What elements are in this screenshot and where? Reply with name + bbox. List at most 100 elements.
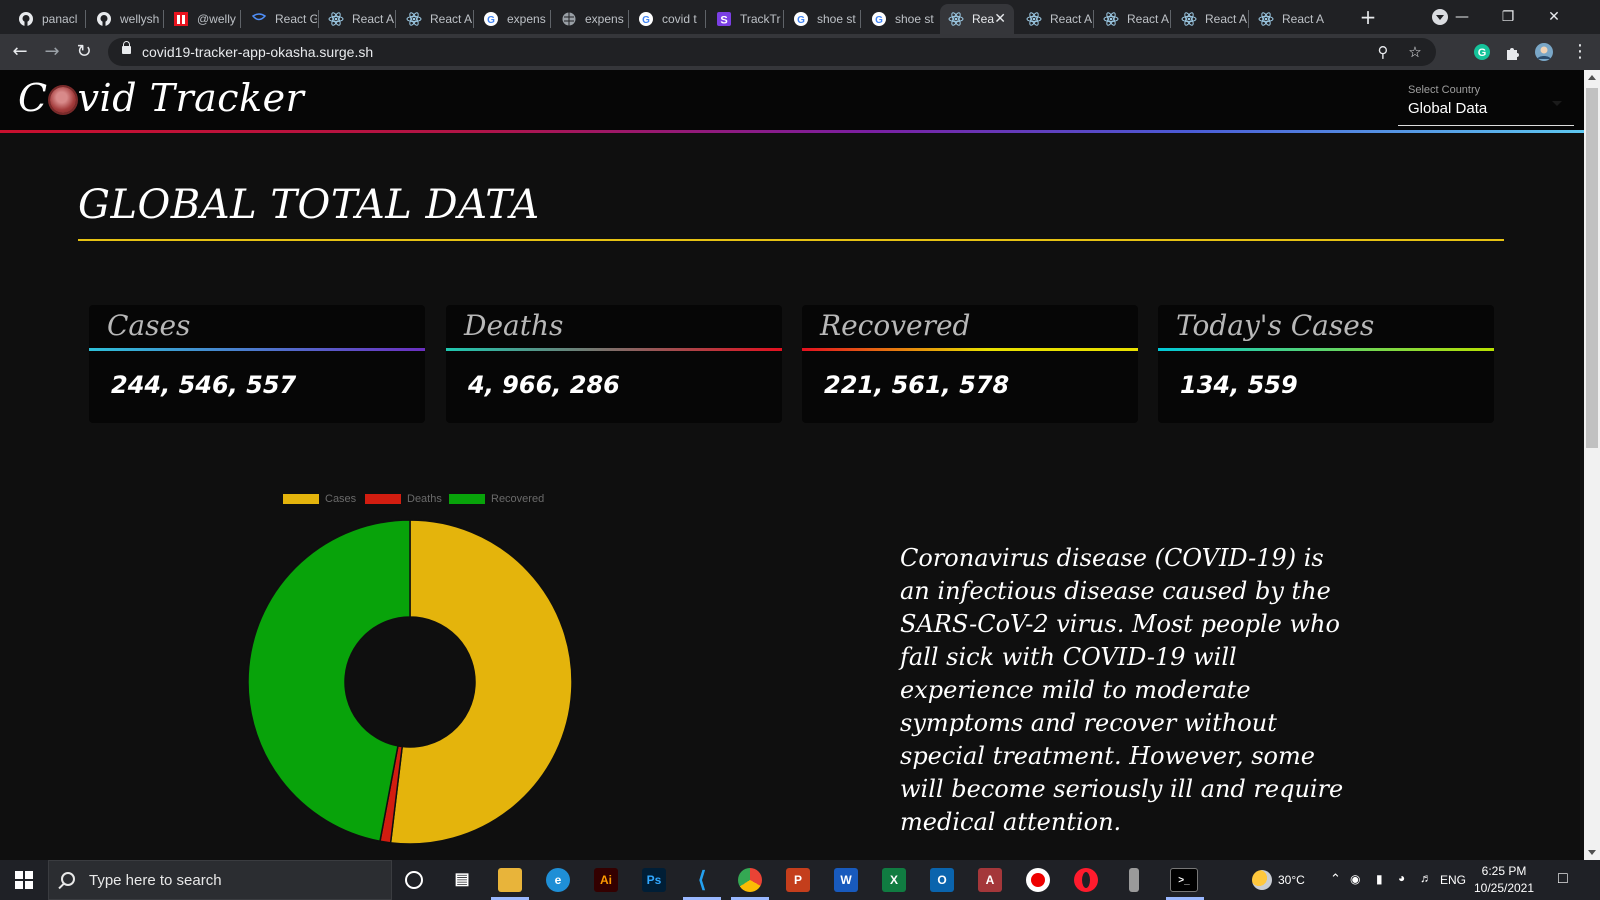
usb-drive-icon[interactable] (1129, 868, 1139, 892)
browser-tab[interactable]: React A (320, 4, 394, 34)
excel-icon[interactable]: X (882, 868, 906, 892)
outlook-icon[interactable]: O (930, 868, 954, 892)
browser-tab[interactable]: expens (553, 4, 627, 34)
browser-tab[interactable]: Gcovid t (630, 4, 704, 34)
taskbar-search-box[interactable]: Type here to search (48, 860, 392, 900)
browser-tab[interactable]: Gshoe st (785, 4, 859, 34)
browser-tab[interactable]: Gexpens (475, 4, 549, 34)
address-bar[interactable]: covid19-tracker-app-okasha.surge.sh ⚲ ☆ (108, 38, 1436, 66)
tab-title: React A (352, 12, 394, 26)
browser-tab[interactable]: React A (1173, 4, 1247, 34)
record-icon[interactable] (1026, 868, 1050, 892)
browser-menu-button[interactable]: ⋮ (1568, 40, 1592, 64)
cortana-icon[interactable] (405, 871, 423, 889)
bookmark-star-icon[interactable]: ☆ (1406, 43, 1424, 61)
terminal-icon[interactable]: >_ (1170, 868, 1198, 892)
browser-tab[interactable]: S TrackTr (708, 4, 782, 34)
browser-tab[interactable]: React A (398, 4, 472, 34)
tab-title: React A (430, 12, 472, 26)
tab-separator (85, 10, 86, 28)
profile-avatar[interactable] (1534, 42, 1554, 62)
country-select[interactable]: Select Country Global Data (1398, 78, 1574, 126)
country-select-value[interactable]: Global Data (1408, 100, 1487, 117)
minimize-button[interactable]: — (1440, 4, 1484, 30)
browser-tab[interactable]: React A (1018, 4, 1092, 34)
chevron-up-icon[interactable]: ⌃ (1330, 871, 1341, 887)
browser-tab[interactable]: React A (1250, 4, 1324, 34)
forward-button[interactable]: → (40, 40, 64, 64)
wifi-icon[interactable]: ◕ (1398, 871, 1405, 885)
back-button[interactable]: ← (8, 40, 32, 64)
svg-text:G: G (875, 15, 883, 26)
close-tab-icon[interactable]: ✕ (994, 11, 1006, 27)
svg-text:G: G (797, 15, 805, 26)
browser-tab[interactable]: panacl (10, 4, 84, 34)
browser-tab[interactable]: Gshoe st (863, 4, 937, 34)
app-logo[interactable]: Cvid Tracker (18, 76, 304, 120)
svg-text:G: G (642, 15, 650, 26)
zoom-icon[interactable]: ⚲ (1374, 43, 1392, 61)
reload-button[interactable]: ↻ (72, 40, 96, 64)
volume-icon[interactable]: ♬ (1420, 871, 1432, 885)
url-text[interactable]: covid19-tracker-app-okasha.surge.sh (142, 44, 373, 60)
doughnut-chart (247, 519, 573, 845)
tab-separator (240, 10, 241, 28)
stat-card-accent-line (446, 348, 782, 351)
scroll-down-arrow-icon[interactable] (1588, 850, 1596, 855)
extensions-puzzle-icon[interactable] (1503, 42, 1523, 62)
access-icon[interactable]: A (978, 868, 1002, 892)
task-view-icon[interactable]: ▤ (450, 868, 474, 892)
notifications-icon[interactable]: □ (1558, 870, 1568, 888)
opera-icon[interactable] (1074, 868, 1098, 892)
restore-button[interactable]: ❐ (1486, 4, 1530, 30)
grammarly-extension-icon[interactable]: G (1472, 42, 1492, 62)
donut-slice-cases[interactable] (389, 519, 573, 845)
weather-icon[interactable] (1252, 870, 1272, 890)
chrome-icon[interactable] (738, 868, 762, 892)
country-select-label: Select Country (1408, 84, 1481, 96)
vscode-icon[interactable]: ⟨ (690, 868, 714, 892)
word-icon[interactable]: W (834, 868, 858, 892)
svg-text:G: G (487, 15, 495, 26)
browser-tab[interactable]: @welly (165, 4, 239, 34)
globe-icon (561, 11, 577, 27)
photoshop-icon[interactable]: Ps (642, 868, 666, 892)
browser-tab-strip: panacl wellysh @welly React G React A React A… (0, 0, 1600, 34)
search-icon (61, 872, 75, 886)
clock-date: 10/25/2021 (1473, 881, 1535, 895)
stat-card-accent-line (89, 348, 425, 351)
tab-separator (705, 10, 706, 28)
scrollbar-thumb[interactable] (1586, 88, 1598, 448)
browser-tab[interactable]: React A (1095, 4, 1169, 34)
scroll-up-arrow-icon[interactable] (1588, 75, 1596, 80)
new-tab-button[interactable]: + (1356, 6, 1380, 30)
battery-icon[interactable]: ▮ (1376, 872, 1383, 886)
start-button[interactable] (0, 860, 48, 900)
browser-tab[interactable]: React G (243, 4, 317, 34)
tab-separator (550, 10, 551, 28)
powerpoint-icon[interactable]: P (786, 868, 810, 892)
legend-item[interactable]: Recovered (449, 492, 544, 506)
page-scrollbar[interactable] (1584, 70, 1600, 860)
system-clock[interactable]: 6:25 PM 10/25/2021 (1466, 863, 1542, 897)
defender-icon[interactable]: ◉ (1350, 872, 1360, 886)
file-explorer-icon[interactable] (498, 868, 522, 892)
browser-tab[interactable]: Rea ✕ (940, 4, 1014, 34)
weather-temperature[interactable]: 30°C (1278, 873, 1305, 887)
illustrator-icon[interactable]: Ai (594, 868, 618, 892)
legend-item[interactable]: Cases (283, 492, 356, 506)
chevron-down-icon[interactable] (1552, 101, 1562, 106)
page-title: GLOBAL TOTAL DATA (78, 182, 540, 228)
tab-separator (395, 10, 396, 28)
tab-title: Rea (972, 12, 995, 26)
react-icon (406, 11, 422, 27)
donut-slice-recovered[interactable] (247, 519, 411, 843)
brand-prefix: C (18, 76, 48, 120)
taskbar-search-placeholder[interactable]: Type here to search (89, 872, 222, 889)
browser-tab[interactable]: wellysh (88, 4, 162, 34)
edge-icon[interactable]: e (546, 868, 570, 892)
close-window-button[interactable]: ✕ (1532, 4, 1576, 30)
tab-title: React A (1050, 12, 1092, 26)
language-indicator[interactable]: ENG (1440, 873, 1466, 887)
legend-item[interactable]: Deaths (365, 492, 442, 506)
